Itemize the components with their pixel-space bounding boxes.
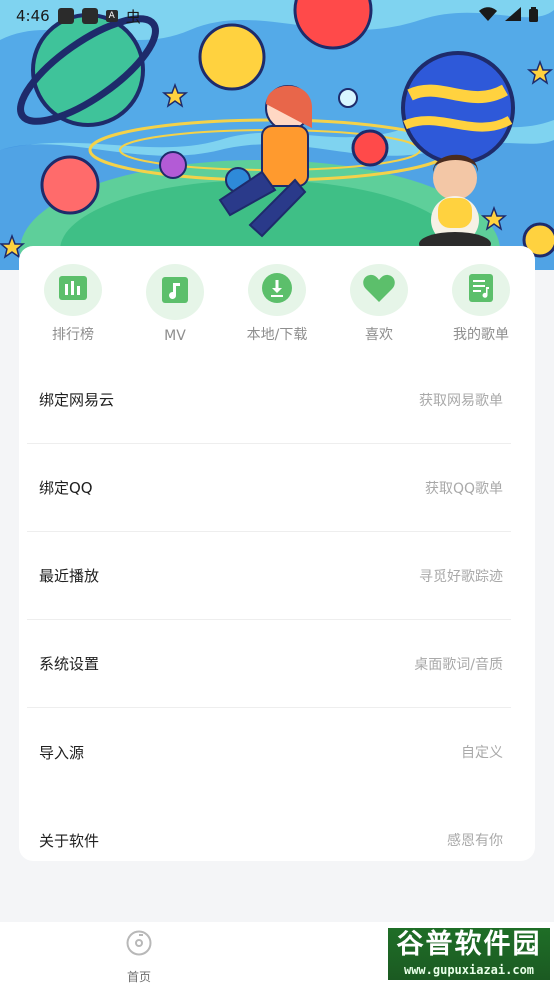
watermark-title: 谷普软件园 [396, 929, 542, 960]
a-badge-icon: A [105, 10, 118, 22]
vinyl-disc-icon [126, 930, 152, 960]
bug-icon: 虫 [125, 7, 141, 26]
quick-label: 排行榜 [52, 327, 94, 343]
download-icon [262, 273, 292, 307]
quick-label: 喜欢 [365, 327, 393, 343]
music-note-icon [162, 277, 188, 307]
menu-title: 导入源 [39, 743, 85, 762]
menu-subtitle: 自定义 [461, 745, 503, 761]
status-time: 4:46 [16, 7, 50, 25]
wifi-icon [479, 7, 497, 25]
nav-home-label: 首页 [126, 970, 151, 984]
quick-item-mv[interactable]: MV [143, 264, 207, 344]
menu-row-bind-qq[interactable]: 绑定QQ 获取QQ歌单 [27, 444, 511, 532]
menu-subtitle: 感恩有你 [447, 833, 503, 849]
menu-row-import-source[interactable]: 导入源 自定义 [27, 708, 511, 796]
menu-subtitle: 获取网易歌单 [419, 392, 503, 409]
menu-title: 绑定网易云 [39, 391, 115, 409]
quick-circle [146, 264, 204, 320]
quick-circle [452, 264, 510, 316]
settings-menu: 绑定网易云 获取网易歌单 绑定QQ 获取QQ歌单 最近播放 寻觅好歌踪迹 系统设… [27, 356, 511, 884]
playlist-icon [469, 274, 493, 306]
quick-circle [350, 264, 408, 316]
heart-icon [363, 274, 395, 306]
menu-row-system-settings[interactable]: 系统设置 桌面歌词/音质 [27, 620, 511, 708]
menu-subtitle: 寻觅好歌踪迹 [419, 568, 503, 585]
quick-actions: 排行榜 MV 本地/下载 喜欢 我的歌单 [19, 264, 535, 344]
menu-title: 绑定QQ [39, 479, 93, 497]
battery-icon [529, 6, 538, 26]
menu-title: 系统设置 [39, 655, 100, 673]
menu-subtitle: 获取QQ歌单 [424, 480, 503, 497]
quick-label: 我的歌单 [453, 327, 509, 343]
quick-item-my-playlists[interactable]: 我的歌单 [449, 264, 513, 344]
main-card: 排行榜 MV 本地/下载 喜欢 我的歌单 绑定网易云 获取网易歌单 绑定QQ 获… [19, 246, 535, 861]
chart-bars-icon [59, 276, 87, 304]
quick-item-ranking[interactable]: 排行榜 [41, 264, 105, 344]
quick-circle [44, 264, 102, 316]
quick-label: MV [164, 328, 186, 344]
quick-circle [248, 264, 306, 316]
quick-label: 本地/下载 [246, 327, 308, 343]
status-bar: 4:46 A 虫 [0, 0, 554, 32]
menu-title: 关于软件 [39, 831, 100, 850]
menu-row-bind-netease[interactable]: 绑定网易云 获取网易歌单 [27, 356, 511, 444]
notification-icon [81, 8, 98, 24]
watermark-logo: 谷普软件园 www.gupuxiazai.com [386, 926, 552, 982]
header-banner-illustration [0, 0, 554, 270]
signal-icon [505, 7, 521, 25]
watermark-url: www.gupuxiazai.com [403, 963, 535, 977]
menu-row-recent-play[interactable]: 最近播放 寻觅好歌踪迹 [27, 532, 511, 620]
menu-title: 最近播放 [39, 567, 100, 585]
notification-icon [57, 8, 74, 24]
menu-row-about[interactable]: 关于软件 感恩有你 [27, 796, 511, 884]
quick-item-local-download[interactable]: 本地/下载 [245, 264, 309, 344]
nav-home[interactable]: 首页 [112, 930, 166, 985]
quick-item-favorites[interactable]: 喜欢 [347, 264, 411, 344]
menu-subtitle: 桌面歌词/音质 [414, 656, 503, 673]
